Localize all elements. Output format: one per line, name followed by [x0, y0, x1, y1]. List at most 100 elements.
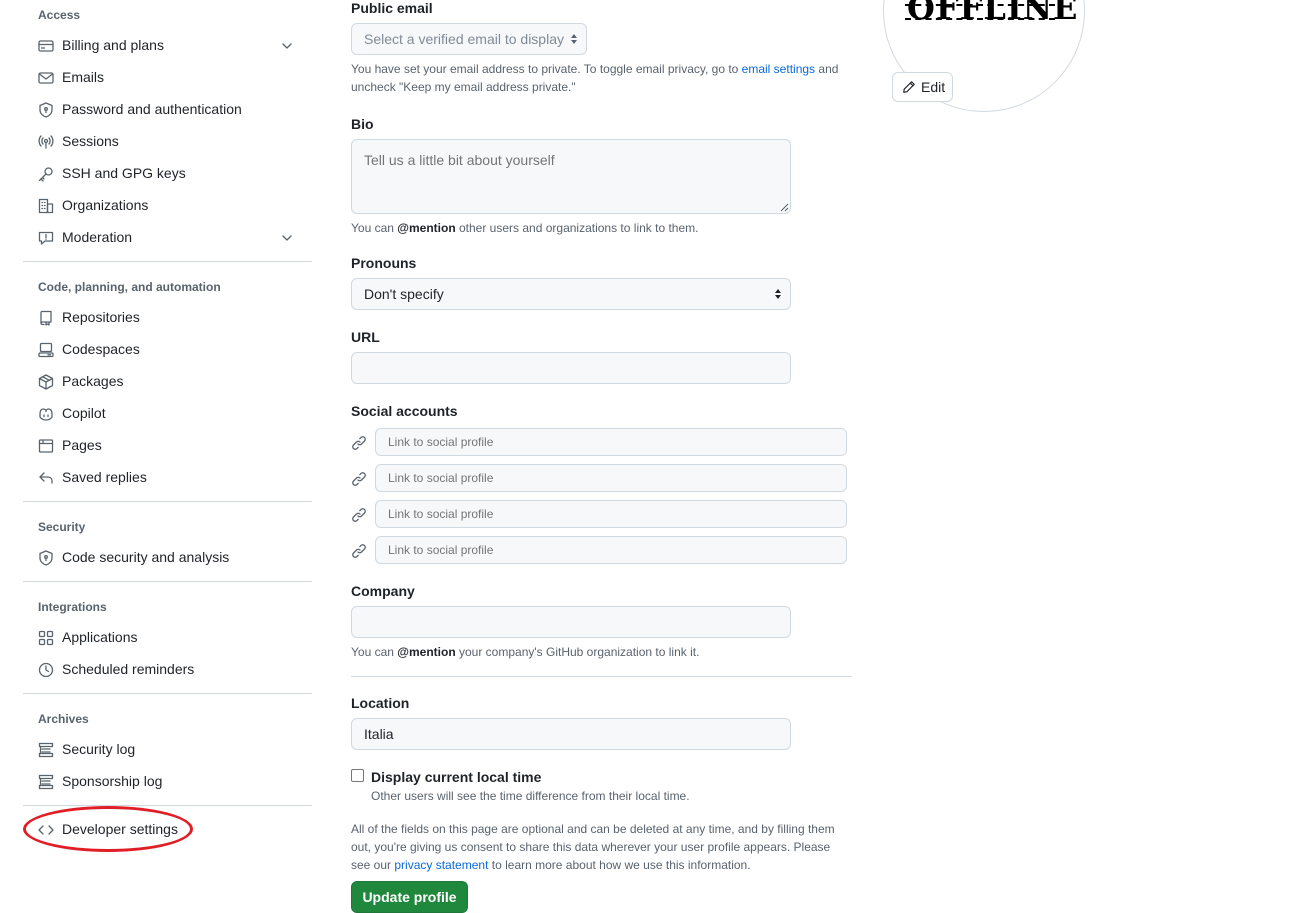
sidebar-item-code-security[interactable]: Code security and analysis [23, 542, 312, 574]
local-time-checkbox[interactable] [351, 769, 364, 782]
sidebar-item-label: Sessions [62, 133, 119, 149]
mention-text: @mention [397, 221, 456, 235]
note-text: your company's GitHub organization to li… [459, 645, 700, 659]
sidebar-item-repositories[interactable]: Repositories [23, 302, 312, 334]
sidebar-item-label: Scheduled reminders [62, 661, 195, 677]
email-settings-link[interactable]: email settings [742, 62, 815, 76]
edit-label: Edit [921, 79, 946, 95]
sidebar-item-packages[interactable]: Packages [23, 366, 312, 398]
sidebar-item-saved-replies[interactable]: Saved replies [23, 462, 312, 494]
public-email-value: Select a verified email to display [364, 31, 564, 47]
sidebar-item-scheduled-reminders[interactable]: Scheduled reminders [23, 654, 312, 686]
social-profile-input-3[interactable] [375, 500, 847, 528]
sidebar-item-ssh-gpg[interactable]: SSH and GPG keys [23, 158, 312, 190]
pencil-icon [903, 81, 915, 93]
report-icon [38, 230, 54, 246]
sidebar-item-password[interactable]: Password and authentication [23, 94, 312, 126]
sidebar-item-label: Organizations [62, 197, 149, 213]
key-icon [38, 166, 54, 182]
sidebar-item-label: Repositories [62, 309, 140, 325]
sidebar-item-label: SSH and GPG keys [62, 165, 186, 181]
note-text: You have set your email address to priva… [351, 62, 739, 76]
red-circle-annotation [23, 806, 193, 852]
copilot-icon [38, 406, 54, 422]
company-note: You can @mention your company's GitHub o… [351, 643, 699, 661]
sidebar-item-copilot[interactable]: Copilot [23, 398, 312, 430]
settings-sidebar: Access Billing and plans Emails Password… [23, 0, 312, 896]
resize-handle-icon[interactable] [780, 203, 789, 212]
codespaces-icon [38, 342, 54, 358]
sidebar-item-emails[interactable]: Emails [23, 62, 312, 94]
section-title-archives: Archives [38, 712, 89, 726]
log-icon [38, 742, 54, 758]
public-email-label: Public email [351, 0, 433, 16]
pronouns-select[interactable]: Don't specify [351, 278, 791, 310]
url-label: URL [351, 329, 380, 345]
sidebar-item-security-log[interactable]: Security log [23, 734, 312, 766]
sidebar-item-label: Codespaces [62, 341, 140, 357]
sidebar-item-billing[interactable]: Billing and plans [23, 30, 312, 62]
mention-text: @mention [397, 645, 456, 659]
section-title-security: Security [38, 520, 86, 534]
sidebar-divider [23, 581, 312, 582]
location-input[interactable] [351, 718, 791, 750]
chevron-down-icon[interactable] [279, 230, 295, 246]
clock-icon [38, 662, 54, 678]
sidebar-item-label: Code security and analysis [62, 549, 230, 565]
shield-lock-icon [38, 550, 54, 566]
link-icon [351, 543, 367, 559]
company-input[interactable] [351, 606, 791, 638]
sidebar-item-sponsorship-log[interactable]: Sponsorship log [23, 766, 312, 798]
sidebar-item-label: Moderation [62, 229, 133, 245]
avatar-text: OFFLINE [907, 0, 1079, 27]
sidebar-divider [23, 261, 312, 262]
link-icon [351, 507, 367, 523]
apps-icon [38, 630, 54, 646]
shield-lock-icon [38, 102, 54, 118]
section-title-code-planning: Code, planning, and automation [38, 280, 221, 294]
sidebar-item-moderation[interactable]: Moderation [23, 222, 312, 254]
sidebar-divider [23, 501, 312, 502]
update-profile-button[interactable]: Update profile [351, 881, 468, 913]
company-label: Company [351, 583, 415, 599]
social-profile-input-1[interactable] [375, 428, 847, 456]
local-time-label[interactable]: Display current local time [371, 769, 541, 785]
note-text: to learn more about how we use this info… [491, 858, 751, 872]
privacy-statement-link[interactable]: privacy statement [394, 858, 488, 872]
local-time-note: Other users will see the time difference… [371, 789, 690, 803]
social-accounts-label: Social accounts [351, 403, 458, 419]
sidebar-divider [23, 805, 312, 806]
sidebar-item-organizations[interactable]: Organizations [23, 190, 312, 222]
privacy-footer-note: All of the fields on this page are optio… [351, 820, 851, 874]
sidebar-item-label: Packages [62, 373, 124, 389]
sidebar-item-label: Applications [62, 629, 138, 645]
sidebar-divider [23, 693, 312, 694]
sidebar-item-label: Sponsorship log [62, 773, 163, 789]
link-icon [351, 471, 367, 487]
package-icon [38, 374, 54, 390]
sidebar-item-label: Saved replies [62, 469, 147, 485]
social-profile-input-2[interactable] [375, 464, 847, 492]
avatar-edit-button[interactable]: Edit [892, 72, 953, 102]
public-email-select[interactable]: Select a verified email to display [351, 23, 587, 55]
select-arrows-icon [774, 288, 782, 300]
sidebar-item-sessions[interactable]: Sessions [23, 126, 312, 158]
bio-textarea[interactable] [351, 139, 791, 214]
social-profile-input-4[interactable] [375, 536, 847, 564]
select-arrows-icon [570, 33, 578, 45]
section-title-access: Access [38, 8, 81, 22]
reply-icon [38, 470, 54, 486]
sidebar-item-pages[interactable]: Pages [23, 430, 312, 462]
sidebar-item-applications[interactable]: Applications [23, 622, 312, 654]
organization-icon [38, 198, 54, 214]
browser-icon [38, 438, 54, 454]
chevron-down-icon[interactable] [279, 38, 295, 54]
sidebar-item-label: Password and authentication [62, 101, 242, 117]
mail-icon [38, 70, 54, 86]
url-input[interactable] [351, 352, 791, 384]
section-title-integrations: Integrations [38, 600, 107, 614]
note-text: other users and organizations to link to… [459, 221, 699, 235]
sidebar-item-codespaces[interactable]: Codespaces [23, 334, 312, 366]
public-email-note: You have set your email address to priva… [351, 60, 851, 96]
credit-card-icon [38, 38, 54, 54]
